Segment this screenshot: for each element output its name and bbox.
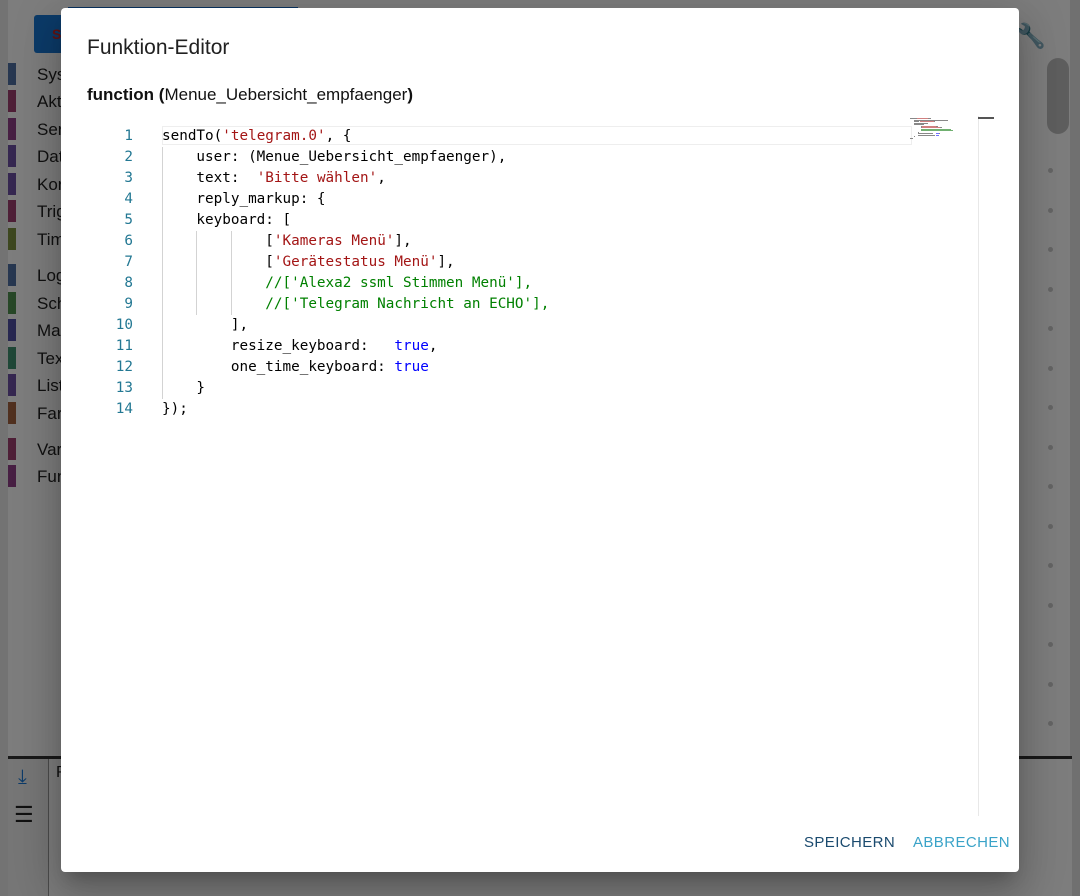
line-number: 7 <box>124 254 133 270</box>
cancel-button[interactable]: ABBRECHEN <box>913 834 1010 851</box>
code-token: , <box>377 170 386 186</box>
code-line[interactable]: resize_keyboard: true, <box>162 336 438 357</box>
code-line[interactable]: ['Gerätestatus Menü'], <box>162 252 455 273</box>
string-token: 'Kameras Menü' <box>273 233 395 249</box>
comment-token: //['Alexa2 ssml Stimmen Menü'], <box>162 275 533 291</box>
save-button[interactable]: SPEICHERN <box>804 834 895 851</box>
line-number: 14 <box>115 401 133 417</box>
line-number: 2 <box>124 149 133 165</box>
code-token: ], <box>394 233 412 249</box>
minimap-token <box>939 133 941 134</box>
code-line[interactable]: } <box>162 378 205 399</box>
line-number: 8 <box>124 275 133 291</box>
minimap-token <box>921 130 953 131</box>
line-number: 12 <box>115 359 133 375</box>
code-token: user: (Menue_Uebersicht_empfaenger), <box>162 149 507 165</box>
code-token: , <box>428 338 438 354</box>
minimap-token <box>935 134 940 136</box>
overview-ruler-marker <box>978 117 994 119</box>
code-token: [ <box>162 233 274 249</box>
function-editor-dialog: Funktion-Editor function (Menue_Uebersic… <box>61 8 1019 872</box>
line-number: 4 <box>124 191 133 207</box>
code-line[interactable]: reply_markup: { <box>162 189 326 210</box>
function-signature: function (Menue_Uebersicht_empfaenger) <box>87 85 413 105</box>
line-number: 13 <box>115 380 133 396</box>
code-line[interactable]: one_time_keyboard: true <box>162 357 429 378</box>
line-number: 10 <box>115 317 133 333</box>
code-line[interactable]: ['Kameras Menü'], <box>162 231 412 252</box>
code-minimap[interactable] <box>910 118 953 140</box>
code-token: ], <box>162 317 249 333</box>
code-line[interactable]: keyboard: [ <box>162 210 291 231</box>
keyword-token: true <box>394 338 429 354</box>
minimap-token <box>933 121 935 122</box>
minimap-token <box>913 136 915 137</box>
code-line[interactable]: }); <box>162 399 188 420</box>
signature-close-paren: ) <box>407 85 413 104</box>
code-line[interactable]: //['Alexa2 ssml Stimmen Menü'], <box>162 273 532 294</box>
code-line[interactable]: text: 'Bitte wählen', <box>162 168 386 189</box>
keyword-token: true <box>394 359 429 375</box>
line-number: 9 <box>124 296 133 312</box>
string-token: 'Bitte wählen' <box>256 170 378 186</box>
code-token: sendTo( <box>162 128 223 144</box>
minimap-token <box>910 137 913 139</box>
code-token: keyboard: [ <box>162 212 292 228</box>
line-number: 1 <box>124 128 133 144</box>
signature-keyword: function <box>87 85 155 104</box>
code-line[interactable]: //['Telegram Nachricht an ECHO'], <box>162 294 549 315</box>
code-line[interactable]: sendTo('telegram.0', { <box>162 126 351 147</box>
code-token: resize_keyboard: <box>162 338 395 354</box>
code-token: one_time_keyboard: <box>162 359 395 375</box>
code-token: text: <box>162 170 257 186</box>
line-number: 11 <box>115 338 133 354</box>
line-number: 5 <box>124 212 133 228</box>
overview-ruler <box>978 116 979 816</box>
code-line[interactable]: user: (Menue_Uebersicht_empfaenger), <box>162 147 506 168</box>
code-line[interactable]: ], <box>162 315 248 336</box>
code-token: } <box>162 380 206 396</box>
code-token: }); <box>162 401 188 417</box>
signature-parameter: Menue_Uebersicht_empfaenger <box>164 85 408 104</box>
code-editor[interactable]: 1 2 3 4 5 6 7 8 9 10 11 12 13 14 sendTo('telegram.0',… <box>99 116 979 816</box>
code-token: ], <box>437 254 455 270</box>
comment-token: //['Telegram Nachricht an ECHO'], <box>162 296 550 312</box>
code-token: , { <box>325 128 352 144</box>
line-number: 6 <box>124 233 133 249</box>
line-number: 3 <box>124 170 133 186</box>
dialog-title: Funktion-Editor <box>87 36 230 59</box>
code-token: reply_markup: { <box>162 191 326 207</box>
minimap-token <box>917 134 935 136</box>
string-token: 'Gerätestatus Menü' <box>273 254 438 270</box>
code-token: [ <box>162 254 274 270</box>
string-token: 'telegram.0' <box>222 128 326 144</box>
